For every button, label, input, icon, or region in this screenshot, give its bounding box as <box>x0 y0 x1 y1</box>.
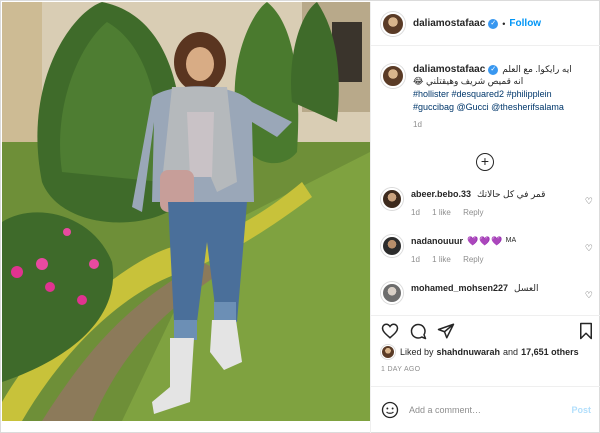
comment-age: 1d <box>411 208 420 217</box>
photo-illustration <box>2 2 370 421</box>
comment-icon[interactable] <box>409 322 427 340</box>
caption-head: daliamostafaac ✓ ايه رايكوا. مع العلم <box>413 64 593 75</box>
share-icon[interactable] <box>437 322 455 340</box>
post-button[interactable]: Post <box>571 405 591 415</box>
post-side-panel: daliamostafaac ✓ • Follow daliamostafaac… <box>370 2 600 433</box>
comment-avatar[interactable] <box>381 282 403 304</box>
post-header: daliamostafaac ✓ • Follow <box>371 2 600 46</box>
post-caption: daliamostafaac ✓ ايه رايكوا. مع العلم ان… <box>381 64 593 129</box>
comment-username[interactable]: mohamed_mohsen227 <box>411 282 508 294</box>
emoji-icon[interactable] <box>381 401 399 419</box>
verified-badge-icon: ✓ <box>488 18 499 29</box>
heart-icon[interactable]: ♡ <box>585 290 593 301</box>
comment-text: قمر في كل حالاتك <box>477 189 546 199</box>
caption-avatar[interactable] <box>381 64 405 88</box>
caption-text-line-1: ايه رايكوا. مع العلم <box>502 64 572 74</box>
bookmark-icon[interactable] <box>577 322 595 340</box>
author-avatar[interactable] <box>381 11 405 36</box>
likes-count[interactable]: 17,651 others <box>521 347 579 357</box>
caption-text-line-2: انه قميص شريف وهيقتلني 😂 <box>413 76 524 86</box>
comment-like-count[interactable]: 1 like <box>432 255 451 264</box>
caption-username[interactable]: daliamostafaac <box>413 64 485 75</box>
comment-username[interactable]: nadanouuur <box>411 235 463 247</box>
comment-avatar[interactable] <box>381 235 403 257</box>
comment-reply-button[interactable]: Reply <box>463 208 483 217</box>
comment-item: nadanouuur 💜💜💜 MA 1d 1 like Reply ♡ <box>381 235 593 282</box>
comment-age: 1d <box>411 255 420 264</box>
likes-prefix: Liked by <box>400 347 434 357</box>
post-photo[interactable] <box>2 2 370 421</box>
comment-list: abeer.bebo.33 قمر في كل حالاتك 1d 1 like… <box>381 188 593 329</box>
heart-icon[interactable]: ♡ <box>585 196 593 207</box>
comment-username[interactable]: abeer.bebo.33 <box>411 188 471 200</box>
header-separator: • <box>502 18 506 29</box>
comment-reply-button[interactable]: Reply <box>463 255 483 264</box>
likes-summary: Liked by shahdnuwarah and 17,651 others <box>381 345 579 359</box>
caption-hashtags-2[interactable]: #guccibag @Gucci @thesherifsalama <box>413 101 593 114</box>
comment-avatar[interactable] <box>381 188 403 210</box>
follow-button[interactable]: Follow <box>509 18 541 29</box>
liker-username[interactable]: shahdnuwarah <box>437 347 501 357</box>
comment-like-count[interactable]: 1 like <box>432 208 451 217</box>
caption-hashtags-1[interactable]: #hollister #desquared2 #philipplein <box>413 88 593 101</box>
add-comment-bar: Post <box>371 386 600 433</box>
heart-icon[interactable] <box>381 322 399 340</box>
comment-text: 💜💜💜 <box>467 236 504 246</box>
post-actions <box>371 315 600 345</box>
verified-badge-icon: ✓ <box>488 64 499 75</box>
comment-item: abeer.bebo.33 قمر في كل حالاتك 1d 1 like… <box>381 188 593 235</box>
post-date: 1 DAY AGO <box>381 366 421 373</box>
likes-and: and <box>503 347 519 357</box>
liker-avatar[interactable] <box>381 345 395 359</box>
comment-suffix: MA <box>505 237 517 244</box>
comment-text: العسل <box>514 283 539 293</box>
caption-body: daliamostafaac ✓ ايه رايكوا. مع العلم ان… <box>413 64 593 129</box>
instagram-post-embed: daliamostafaac ✓ • Follow daliamostafaac… <box>0 0 600 433</box>
add-comment-input[interactable] <box>409 405 559 415</box>
author-username[interactable]: daliamostafaac <box>413 18 485 29</box>
caption-age: 1d <box>413 120 422 129</box>
plus-circle-icon[interactable]: + <box>476 153 494 171</box>
heart-icon[interactable]: ♡ <box>585 243 593 254</box>
